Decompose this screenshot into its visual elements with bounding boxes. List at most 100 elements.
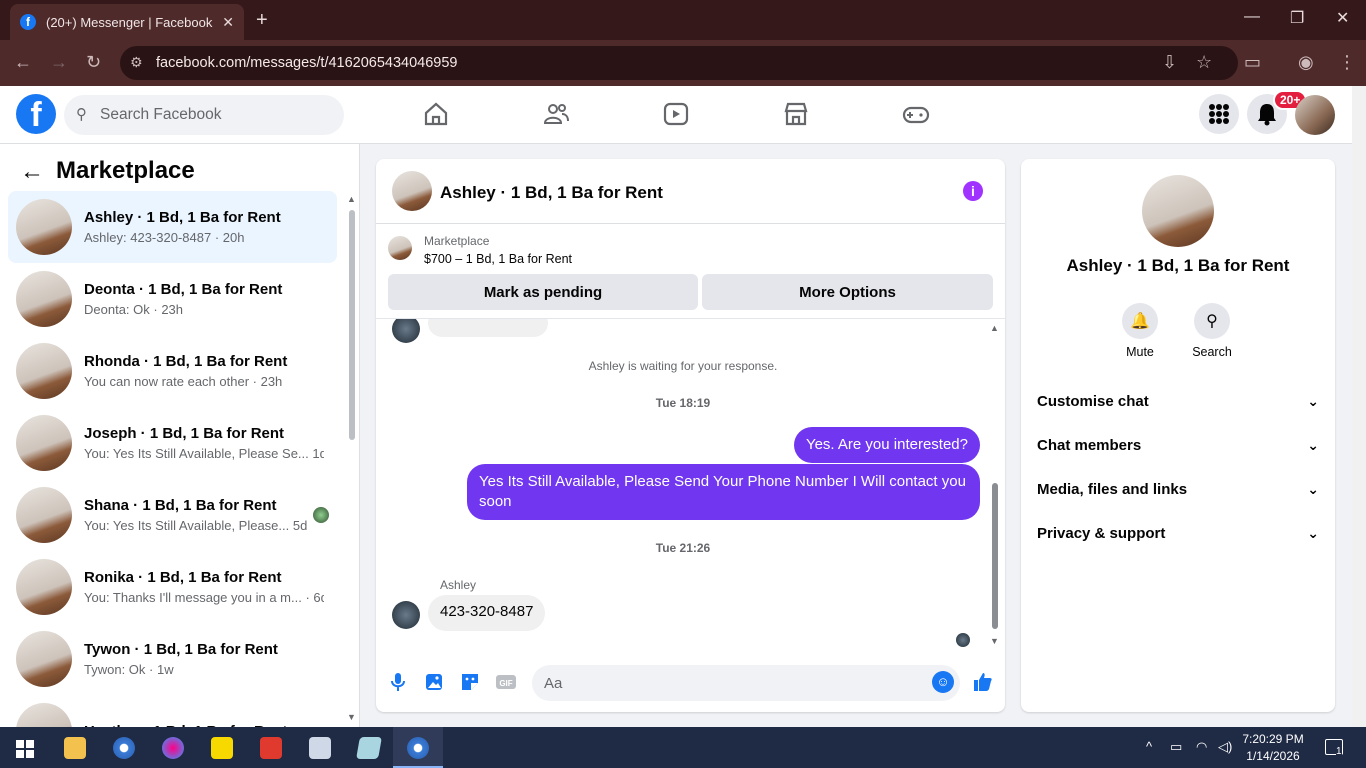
preview-text: Tywon: Ok bbox=[84, 662, 146, 677]
sticker-icon[interactable] bbox=[459, 671, 481, 693]
taskbar-clock[interactable]: 7:20:29 PM 1/14/2026 bbox=[1238, 731, 1308, 765]
section-customise-chat[interactable]: Customise chat ⌄ bbox=[1037, 381, 1319, 421]
volume-icon[interactable]: ◁) bbox=[1218, 739, 1232, 755]
section-media-files-links[interactable]: Media, files and links ⌄ bbox=[1037, 469, 1319, 509]
incoming-message[interactable]: 423-320-8487 bbox=[428, 595, 546, 631]
conversation-item[interactable]: Deonta · 1 Bd, 1 Ba for Rent Deonta: Ok ·… bbox=[8, 263, 337, 335]
scroll-up-icon[interactable]: ▲ bbox=[347, 194, 356, 204]
maximize-icon[interactable]: ❐ bbox=[1290, 8, 1304, 28]
section-privacy-support[interactable]: Privacy & support ⌄ bbox=[1037, 513, 1319, 553]
sticky-notes-icon[interactable] bbox=[211, 737, 233, 759]
facebook-logo-icon[interactable]: f bbox=[16, 94, 56, 134]
thumbs-up-icon[interactable] bbox=[972, 671, 994, 693]
site-settings-icon[interactable]: ⚙ bbox=[130, 54, 143, 71]
details-avatar[interactable] bbox=[1142, 175, 1214, 247]
search-icon: ⚲ bbox=[1194, 303, 1230, 339]
anydesk-icon[interactable] bbox=[260, 737, 282, 759]
close-tab-icon[interactable]: ✕ bbox=[222, 14, 234, 31]
timestamp-divider: Tue 18:19 bbox=[655, 396, 711, 410]
search-label: Search bbox=[1192, 345, 1232, 359]
conversation-preview: Tywon: Ok · 1w bbox=[84, 662, 324, 677]
scroll-down-icon[interactable]: ▼ bbox=[990, 636, 999, 646]
minimize-icon[interactable]: — bbox=[1244, 8, 1260, 26]
menu-dots-icon[interactable]: ⋮ bbox=[1338, 52, 1356, 73]
mute-button[interactable]: 🔔 Mute bbox=[1110, 303, 1170, 359]
microphone-icon[interactable] bbox=[387, 671, 409, 693]
preview-text: You can now rate each other bbox=[84, 374, 250, 389]
conversation-item[interactable]: Rhonda · 1 Bd, 1 Ba for Rent You can now … bbox=[8, 335, 337, 407]
notepad-icon[interactable] bbox=[356, 737, 382, 759]
chrome-icon[interactable] bbox=[113, 737, 135, 759]
outgoing-message[interactable]: Yes. Are you interested? bbox=[793, 427, 980, 463]
search-conversation-button[interactable]: ⚲ Search bbox=[1182, 303, 1242, 359]
wifi-icon[interactable]: ◠ bbox=[1196, 739, 1207, 755]
video-icon[interactable] bbox=[662, 100, 690, 128]
windows-start-icon[interactable] bbox=[16, 740, 34, 758]
more-options-button[interactable]: More Options bbox=[702, 274, 993, 310]
profile-icon[interactable]: ◉ bbox=[1298, 52, 1314, 73]
separator: · bbox=[249, 374, 261, 389]
conversation-item[interactable]: Ashley · 1 Bd, 1 Ba for Rent Ashley: 423-… bbox=[8, 191, 337, 263]
browser-tab[interactable]: f (20+) Messenger | Facebook ✕ bbox=[10, 4, 244, 40]
friends-icon[interactable] bbox=[542, 100, 570, 128]
conversation-item[interactable]: Joseph · 1 Bd, 1 Ba for Rent You: Yes Its… bbox=[8, 407, 337, 479]
listing-title[interactable]: $700 – 1 Bd, 1 Ba for Rent bbox=[424, 252, 572, 266]
battery-icon[interactable]: ▭ bbox=[1170, 739, 1182, 755]
chat-avatar[interactable] bbox=[392, 171, 432, 211]
conversation-item[interactable]: Ronika · 1 Bd, 1 Ba for Rent You: Thanks … bbox=[8, 551, 337, 623]
conversation-text: Deonta · 1 Bd, 1 Ba for Rent Deonta: Ok ·… bbox=[84, 281, 324, 317]
new-tab-icon[interactable]: + bbox=[256, 9, 268, 32]
app-window-icon[interactable] bbox=[309, 737, 331, 759]
sender-avatar[interactable] bbox=[392, 601, 420, 629]
listing-thumbnail[interactable] bbox=[388, 236, 412, 260]
marketplace-listing-bar: Marketplace $700 – 1 Bd, 1 Ba for Rent M… bbox=[376, 224, 1005, 319]
marketplace-icon[interactable] bbox=[782, 100, 810, 128]
chat-header: Ashley · 1 Bd, 1 Ba for Rent i bbox=[376, 159, 1005, 224]
install-app-icon[interactable]: ⇩ bbox=[1162, 52, 1177, 73]
conversation-text: Shana · 1 Bd, 1 Ba for Rent You: Yes Its … bbox=[84, 497, 324, 533]
home-icon[interactable] bbox=[422, 100, 450, 128]
scroll-up-icon[interactable]: ▲ bbox=[990, 323, 999, 333]
close-window-icon[interactable]: ✕ bbox=[1336, 8, 1349, 28]
conversation-time: 1d bbox=[312, 446, 324, 461]
conversation-time: 23h bbox=[260, 374, 283, 389]
conversation-item[interactable]: Tywon · 1 Bd, 1 Ba for Rent Tywon: Ok · 1… bbox=[8, 623, 337, 695]
forward-icon[interactable]: → bbox=[50, 52, 68, 73]
address-bar[interactable]: facebook.com/messages/t/4162065434046959 bbox=[120, 46, 1238, 80]
section-label: Privacy & support bbox=[1037, 524, 1166, 542]
scroll-down-icon[interactable]: ▼ bbox=[347, 712, 356, 722]
account-avatar[interactable] bbox=[1295, 95, 1335, 135]
back-arrow-icon[interactable]: ← bbox=[20, 158, 44, 186]
conversation-name: Shana · 1 Bd, 1 Ba for Rent bbox=[84, 497, 277, 514]
tab-search-icon[interactable]: ▭ bbox=[1244, 52, 1261, 73]
file-explorer-icon[interactable] bbox=[64, 737, 86, 759]
conversation-name: Joseph · 1 Bd, 1 Ba for Rent bbox=[84, 425, 285, 442]
search-input[interactable]: ⚲ Search Facebook bbox=[64, 95, 344, 135]
paint-icon[interactable] bbox=[162, 737, 184, 759]
conversation-preview: You: Thanks I'll message you in a m... ·… bbox=[84, 590, 324, 605]
info-icon[interactable]: i bbox=[963, 181, 983, 201]
mark-as-pending-button[interactable]: Mark as pending bbox=[388, 274, 698, 310]
back-icon[interactable]: ← bbox=[14, 52, 32, 73]
message-input[interactable]: Aa bbox=[532, 665, 960, 701]
chrome-icon[interactable] bbox=[407, 737, 429, 759]
conversation-item[interactable]: Shana · 1 Bd, 1 Ba for Rent You: Yes Its … bbox=[8, 479, 337, 551]
chat-details-panel: Ashley · 1 Bd, 1 Ba for Rent 🔔 Mute ⚲ Se… bbox=[1021, 159, 1335, 712]
photo-icon[interactable] bbox=[423, 671, 445, 693]
reload-icon[interactable]: ↻ bbox=[86, 52, 101, 73]
outgoing-message[interactable]: Yes Its Still Available, Please Send You… bbox=[467, 464, 980, 520]
emoji-icon[interactable]: ☺ bbox=[932, 671, 954, 693]
gaming-icon[interactable] bbox=[902, 100, 930, 128]
menu-grid-button[interactable] bbox=[1199, 94, 1239, 134]
gif-icon[interactable]: GIF bbox=[495, 671, 517, 693]
page-scrollbar[interactable] bbox=[1352, 86, 1366, 727]
details-name: Ashley · 1 Bd, 1 Ba for Rent bbox=[1066, 256, 1290, 275]
thread-scrollbar[interactable] bbox=[992, 483, 998, 629]
conversation-text: Tywon · 1 Bd, 1 Ba for Rent Tywon: Ok · 1… bbox=[84, 641, 324, 677]
show-hidden-icons-icon[interactable]: ^ bbox=[1146, 739, 1152, 754]
conversation-list-scrollbar[interactable] bbox=[349, 210, 355, 440]
section-chat-members[interactable]: Chat members ⌄ bbox=[1037, 425, 1319, 465]
chat-title[interactable]: Ashley · 1 Bd, 1 Ba for Rent bbox=[440, 183, 663, 203]
bookmark-star-icon[interactable]: ☆ bbox=[1196, 52, 1212, 73]
waiting-notice: Ashley is waiting for your response. bbox=[588, 359, 778, 373]
